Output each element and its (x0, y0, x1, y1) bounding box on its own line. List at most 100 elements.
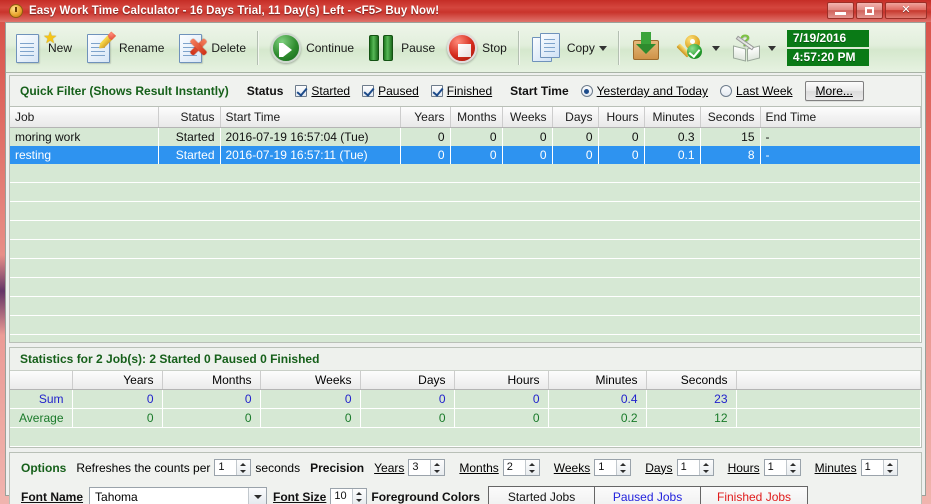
precision-days-stepper[interactable]: 1 (676, 459, 714, 476)
col-weeks[interactable]: Weeks (502, 107, 553, 128)
col-hours[interactable]: Hours (598, 107, 645, 128)
chevron-down-icon[interactable] (248, 488, 267, 504)
more-button[interactable]: More... (804, 81, 864, 101)
stats-avg-months: 0 (162, 408, 261, 428)
stop-button[interactable]: Stop (440, 26, 512, 70)
rename-button[interactable]: Rename (77, 26, 169, 70)
stats-sum-years: 0 (72, 389, 163, 409)
copy-dropdown-caret-icon[interactable] (598, 46, 607, 51)
stepper-arrows-icon[interactable] (236, 460, 251, 475)
stats-avg-days: 0 (360, 408, 455, 428)
stats-label-average: Average (10, 408, 73, 428)
cell-job: resting (10, 146, 159, 164)
pause-icon (364, 31, 398, 65)
statistics-row-sum: Sum 0 0 0 0 0 0.4 23 (10, 389, 921, 409)
precision-hours-value: 1 (767, 461, 774, 473)
precision-minutes-stepper[interactable]: 1 (860, 459, 898, 476)
font-size-stepper[interactable]: 10 (330, 488, 368, 504)
options-title: Options (21, 460, 67, 475)
checkbox-started[interactable]: Started (295, 84, 350, 98)
stop-icon (445, 31, 479, 65)
precision-weeks-label: Weeks (553, 460, 591, 475)
table-row[interactable]: resting Started 2016-07-19 16:57:11 (Tue… (10, 146, 921, 164)
help-button[interactable]: ? (725, 26, 781, 70)
stepper-arrows-icon[interactable] (616, 460, 631, 475)
col-start-time[interactable]: Start Time (220, 107, 401, 128)
stats-avg-minutes: 0.2 (548, 408, 647, 428)
col-status[interactable]: Status (158, 107, 221, 128)
continue-button[interactable]: Continue (264, 26, 359, 70)
stepper-arrows-icon[interactable] (430, 460, 445, 475)
font-name-select[interactable]: Tahoma (89, 487, 268, 504)
empty-row (10, 315, 921, 335)
delete-button[interactable]: Delete (169, 26, 251, 70)
col-end-time[interactable]: End Time (760, 107, 921, 128)
checkbox-icon (295, 85, 308, 97)
precision-months-stepper[interactable]: 2 (502, 459, 540, 476)
stepper-arrows-icon[interactable] (698, 460, 713, 475)
precision-years-stepper[interactable]: 3 (408, 459, 446, 476)
statistics-filler-row (10, 427, 921, 447)
checkbox-paused[interactable]: Paused (362, 84, 419, 98)
stepper-arrows-icon[interactable] (524, 460, 539, 475)
col-days[interactable]: Days (552, 107, 599, 128)
options-panel: Options Refreshes the counts per 1 secon… (9, 452, 922, 504)
radio-last-week[interactable]: Last Week (720, 84, 793, 98)
stats-sum-seconds: 23 (646, 389, 737, 409)
col-months[interactable]: Months (450, 107, 503, 128)
toolbar-separator (257, 30, 259, 65)
job-list[interactable]: Job Status Start Time Years Months Weeks… (9, 107, 922, 343)
minimize-button[interactable] (827, 2, 854, 19)
help-dropdown-caret-icon[interactable] (767, 46, 776, 51)
refresh-interval-stepper[interactable]: 1 (214, 459, 252, 476)
col-seconds[interactable]: Seconds (700, 107, 761, 128)
paused-jobs-color-button[interactable]: Paused Jobs (595, 486, 702, 504)
close-button[interactable]: ✕ (885, 2, 927, 19)
statistics-header: Statistics for 2 Job(s): 2 Started 0 Pau… (10, 348, 921, 371)
refresh-label-a: Refreshes the counts per (76, 460, 211, 475)
copy-button-label: Copy (566, 40, 595, 55)
client-area: ★ New Rename Delete Continue Pause Stop … (5, 22, 926, 504)
quick-filter-bar: Quick Filter (Shows Result Instantly) St… (9, 75, 922, 107)
stats-sum-days: 0 (360, 389, 455, 409)
copy-icon (530, 31, 564, 65)
pause-button[interactable]: Pause (359, 26, 440, 70)
precision-weeks-stepper[interactable]: 1 (594, 459, 632, 476)
register-button[interactable] (669, 26, 725, 70)
copy-button[interactable]: Copy (525, 26, 612, 70)
empty-row (10, 334, 921, 342)
cell-days: 0 (552, 146, 599, 164)
col-job[interactable]: Job (10, 107, 159, 128)
stepper-arrows-icon[interactable] (785, 460, 800, 475)
cell-status: Started (158, 146, 221, 164)
cell-seconds: 15 (700, 127, 761, 146)
cell-minutes: 0.3 (644, 127, 701, 146)
started-jobs-color-button[interactable]: Started Jobs (489, 486, 596, 504)
options-row-font: Font Name Tahoma Font Size 10 Foreground… (10, 482, 921, 504)
precision-label: Precision (310, 460, 365, 475)
precision-years-label: Years (374, 460, 405, 475)
empty-row (10, 277, 921, 297)
stats-sum-weeks: 0 (260, 389, 361, 409)
stats-sum-minutes: 0.4 (548, 389, 647, 409)
stepper-arrows-icon[interactable] (882, 460, 897, 475)
table-row[interactable]: moring work Started 2016-07-19 16:57:04 … (10, 127, 921, 146)
stop-button-label: Stop (482, 40, 507, 55)
col-minutes[interactable]: Minutes (644, 107, 701, 128)
maximize-button[interactable] (856, 2, 883, 19)
rename-button-label: Rename (119, 40, 165, 55)
radio-yesterday-and-today[interactable]: Yesterday and Today (580, 84, 708, 98)
stepper-arrows-icon[interactable] (352, 489, 367, 504)
cell-end-time: - (760, 127, 921, 146)
checkbox-finished[interactable]: Finished (430, 84, 492, 98)
install-button[interactable] (625, 26, 669, 70)
cell-weeks: 0 (502, 127, 553, 146)
precision-hours-stepper[interactable]: 1 (763, 459, 801, 476)
stats-col-years: Years (72, 371, 163, 390)
new-button[interactable]: ★ New (6, 26, 77, 70)
register-dropdown-caret-icon[interactable] (711, 46, 720, 51)
cell-months: 0 (450, 127, 503, 146)
col-years[interactable]: Years (400, 107, 451, 128)
finished-jobs-color-button[interactable]: Finished Jobs (701, 486, 808, 504)
radio-last-week-label: Last Week (736, 84, 793, 98)
